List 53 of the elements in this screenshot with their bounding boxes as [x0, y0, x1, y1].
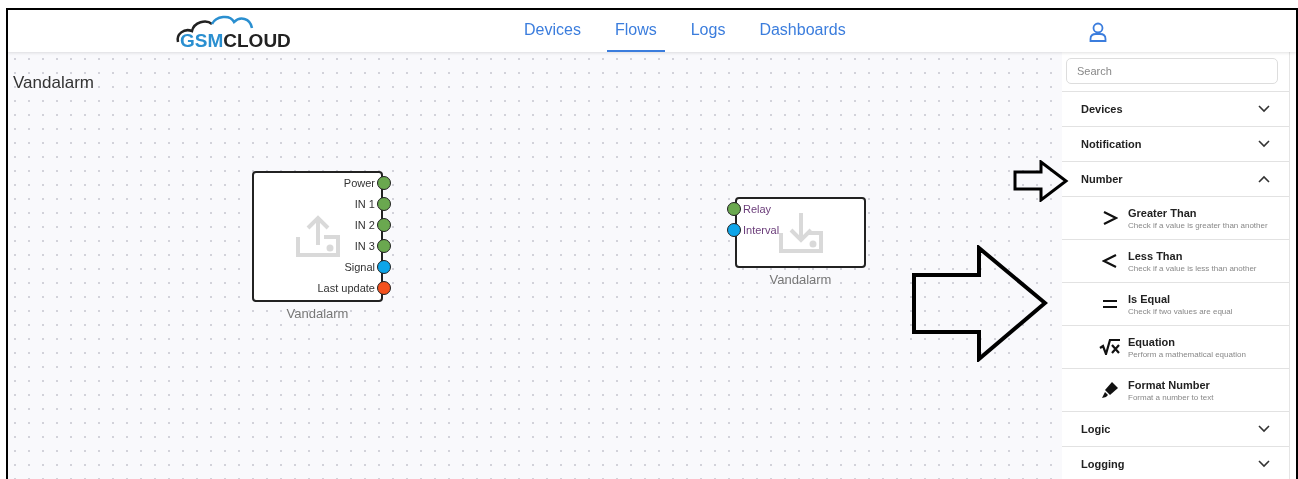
item-title: Equation: [1128, 334, 1177, 349]
item-description: Format a number to text: [1128, 391, 1214, 403]
user-icon[interactable]: [1089, 22, 1107, 42]
item-description: Check if a value is greater than another: [1128, 219, 1268, 231]
arrow-icon: [1013, 160, 1069, 202]
category-header[interactable]: Logic: [1062, 412, 1289, 447]
nav-tab[interactable]: Dashboards: [751, 10, 854, 52]
category-header[interactable]: Number: [1062, 162, 1289, 197]
item-title: Greater Than: [1128, 205, 1198, 220]
port-label: IN 2: [354, 219, 375, 231]
port-label: Relay: [743, 203, 772, 215]
flow-node[interactable]: [252, 171, 383, 302]
marker-icon: [1101, 381, 1119, 399]
port-label: Power: [343, 177, 375, 189]
chevron-down-icon: [1258, 425, 1270, 433]
square-root-icon: [1099, 339, 1121, 355]
palette-item[interactable]: Equation Perform a mathematical equation: [1062, 326, 1289, 369]
nav-tab[interactable]: Logs: [682, 10, 734, 52]
upload-icon: [293, 214, 342, 259]
item-title: Less Than: [1128, 248, 1184, 263]
palette-item[interactable]: Greater Than Check if a value is greater than another: [1062, 197, 1289, 240]
search-field[interactable]: Search: [1066, 58, 1278, 84]
logo-text: CLOUD: [223, 31, 291, 50]
chevron-up-icon: [1258, 175, 1270, 183]
port-label: Interval: [743, 224, 780, 236]
chevron-down-icon: [1258, 460, 1270, 468]
item-description: Perform a mathematical equation: [1128, 348, 1246, 360]
port-label: IN 1: [354, 198, 375, 210]
flow-title: Vandalarm: [13, 72, 94, 94]
logo-text: GSM: [180, 31, 224, 50]
category-header[interactable]: Notification: [1062, 127, 1289, 162]
equals-icon: [1102, 298, 1118, 310]
nav-tab[interactable]: Devices: [516, 10, 589, 52]
chevron-down-icon: [1258, 105, 1270, 113]
less-than-icon: [1102, 253, 1118, 269]
greater-than-icon: [1102, 210, 1118, 226]
node-label: Vandalarm: [285, 305, 350, 323]
item-description: Check if a value is less than another: [1128, 262, 1257, 274]
item-description: Check if two values are equal: [1128, 305, 1233, 317]
arrow-icon: [911, 245, 1048, 362]
category-header[interactable]: Logging: [1062, 447, 1289, 479]
node-label: Vandalarm: [768, 271, 833, 289]
palette-item[interactable]: Is Equal Check if two values are equal: [1062, 283, 1289, 326]
item-title: Is Equal: [1128, 291, 1172, 306]
category-header[interactable]: Devices: [1062, 92, 1289, 127]
port-label: Signal: [344, 261, 375, 273]
palette-item[interactable]: Less Than Check if a value is less than another: [1062, 240, 1289, 283]
port-label: Last update: [317, 282, 375, 294]
chevron-down-icon: [1258, 140, 1270, 148]
palette-item[interactable]: Format Number Format a number to text: [1062, 369, 1289, 412]
item-title: Format Number: [1128, 377, 1211, 392]
flow-node[interactable]: [735, 197, 866, 268]
port-label: IN 3: [354, 240, 375, 252]
